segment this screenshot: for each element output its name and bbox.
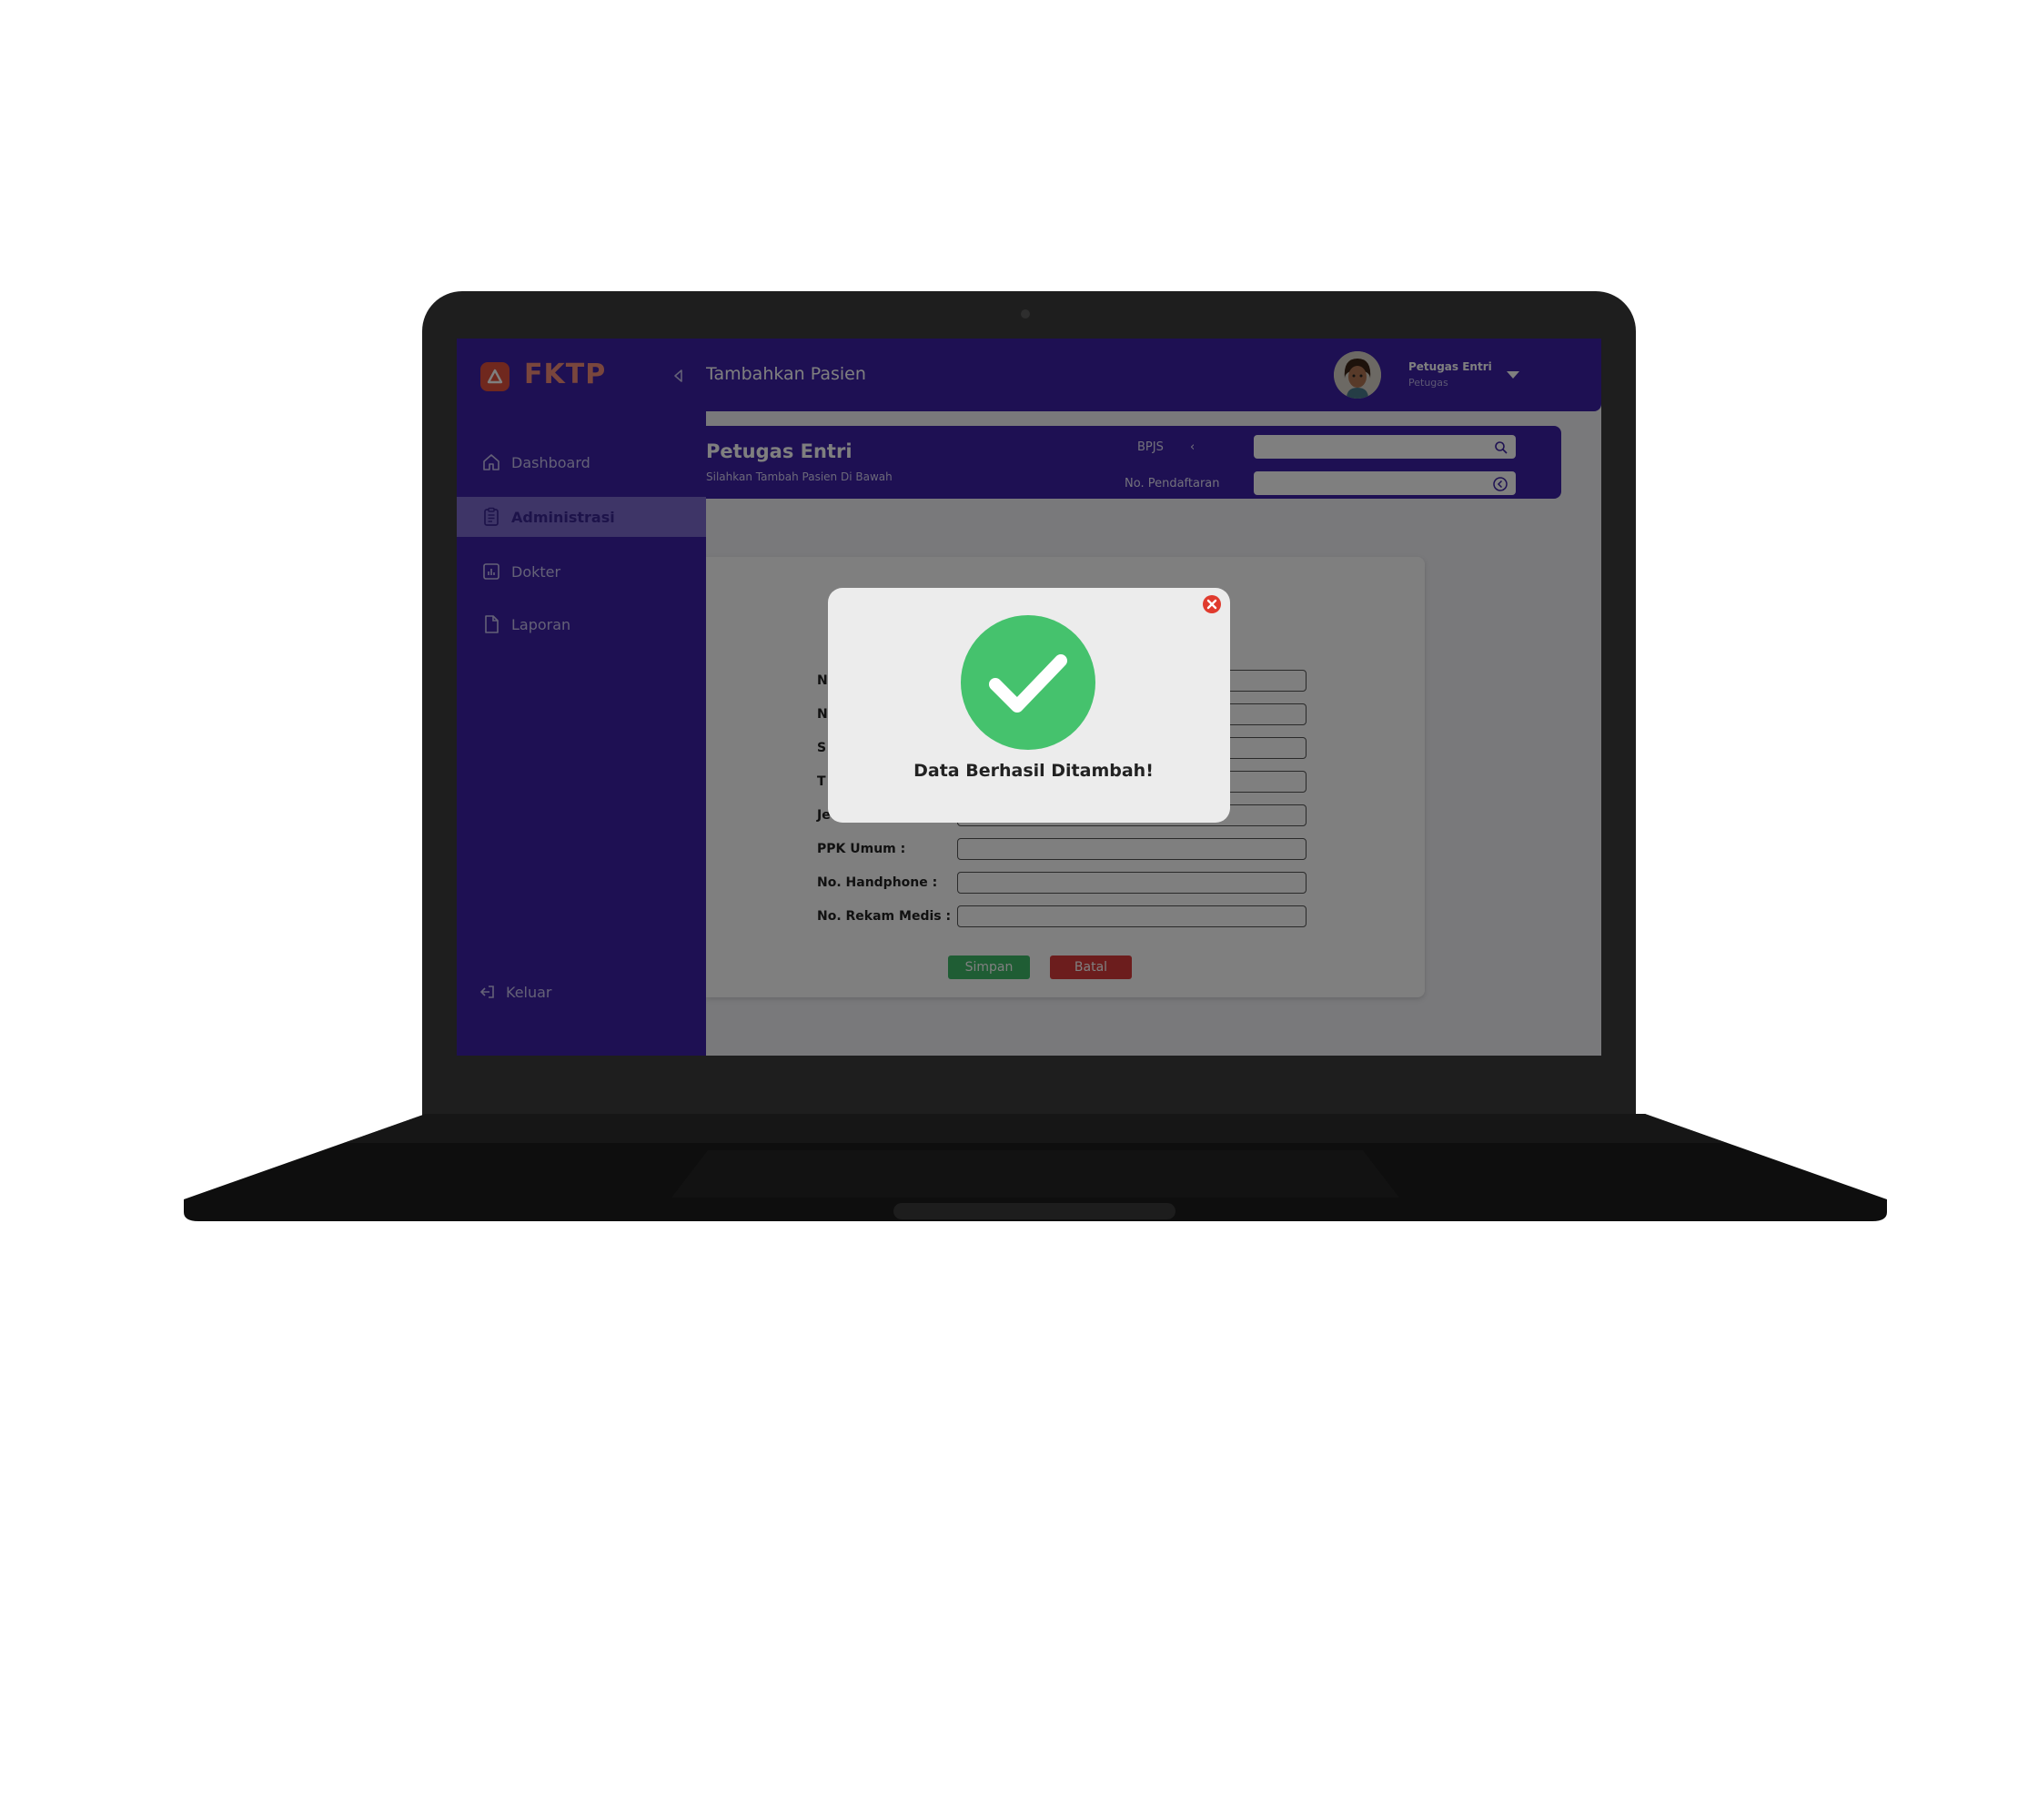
laptop-base <box>184 1114 1887 1221</box>
webcam <box>1021 309 1030 318</box>
close-icon[interactable] <box>1201 593 1223 615</box>
check-circle-icon <box>961 615 1095 750</box>
laptop-screen: Tambahkan Pasien Petugas Entri Petugas P… <box>457 339 1601 1056</box>
modal-message: Data Berhasil Ditambah! <box>913 761 1154 781</box>
